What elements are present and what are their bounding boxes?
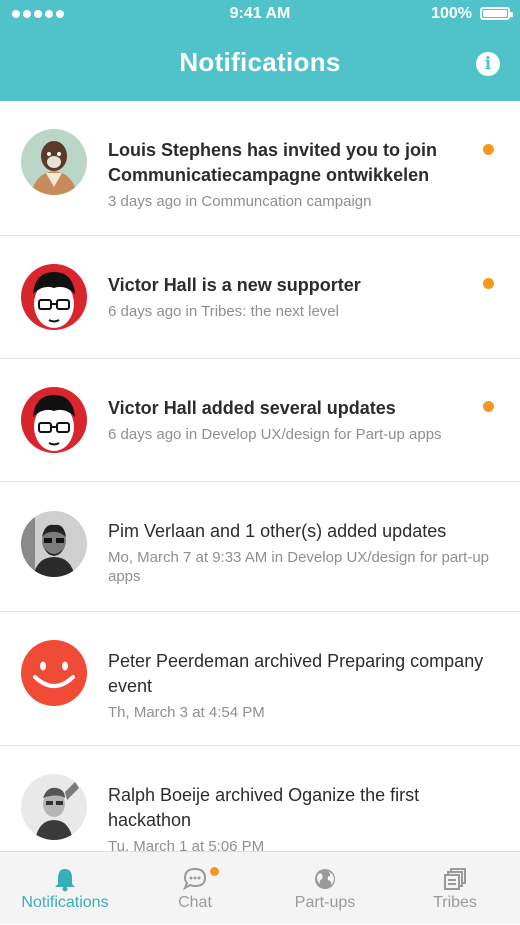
notification-meta: Tu, March 1 at 5:06 PM [108,838,265,851]
avatar [21,387,87,453]
info-icon[interactable]: i [476,52,500,76]
notification-item[interactable]: Victor Hall added several updates 6 days… [0,359,520,482]
notification-item[interactable]: Victor Hall is a new supporter 6 days ag… [0,236,520,359]
notification-item[interactable]: Louis Stephens has invited you to join C… [0,101,520,236]
bell-icon [55,869,75,892]
stacked-squares-icon [444,868,466,890]
tab-label: Part-ups [294,894,356,911]
notification-meta: Th, March 3 at 4:54 PM [108,704,265,721]
battery-percentage: 100% [431,5,472,22]
notification-meta: 3 days ago in Communcation campaign [108,193,372,210]
avatar [21,264,87,330]
avatar [21,774,87,840]
notification-list[interactable]: Louis Stephens has invited you to join C… [0,101,520,851]
notification-message: Victor Hall is a new supporter [108,275,361,295]
unread-indicator [483,278,494,289]
header-bar: 9:41 AM 100% Notifications i [0,0,520,101]
battery-icon [480,7,513,20]
notification-message: Pim Verlaan and 1 other(s) added updates [108,521,447,541]
notification-item[interactable]: Pim Verlaan and 1 other(s) added updates… [0,482,520,612]
unread-indicator [483,401,494,412]
notification-meta: Mo, March 7 at 9:33 AM in Develop UX/des… [108,549,490,585]
notification-meta: 6 days ago in Develop UX/design for Part… [108,426,442,443]
tab-label: Tribes [433,894,477,911]
status-bar: 9:41 AM 100% [0,0,520,30]
notification-meta: 6 days ago in Tribes: the next level [108,303,339,320]
avatar [21,129,87,195]
chat-badge [210,867,219,876]
notification-message: Ralph Boeije archived Oganize the first … [108,785,420,830]
notification-message: Victor Hall added several updates [108,398,396,418]
avatar [21,511,87,577]
avatar [21,640,87,706]
page-title: Notifications [179,47,341,77]
chat-bubble-icon [182,867,207,891]
tab-tribes[interactable]: Tribes [390,852,520,925]
tab-bar: Notifications Chat Part-ups Tribes [0,851,520,924]
tab-notifications[interactable]: Notifications [0,852,130,925]
notification-message: Peter Peerdeman archived Preparing compa… [108,651,484,696]
tab-chat[interactable]: Chat [130,852,260,925]
unread-indicator [483,144,494,155]
notification-item[interactable]: Ralph Boeije archived Oganize the first … [0,746,520,851]
tab-label: Chat [178,894,212,911]
tab-label: Notifications [21,894,109,911]
globe-icon [315,869,335,889]
notification-message: Louis Stephens has invited you to join C… [108,140,438,185]
tab-part-ups[interactable]: Part-ups [260,852,390,925]
notification-item[interactable]: Peter Peerdeman archived Preparing compa… [0,612,520,746]
